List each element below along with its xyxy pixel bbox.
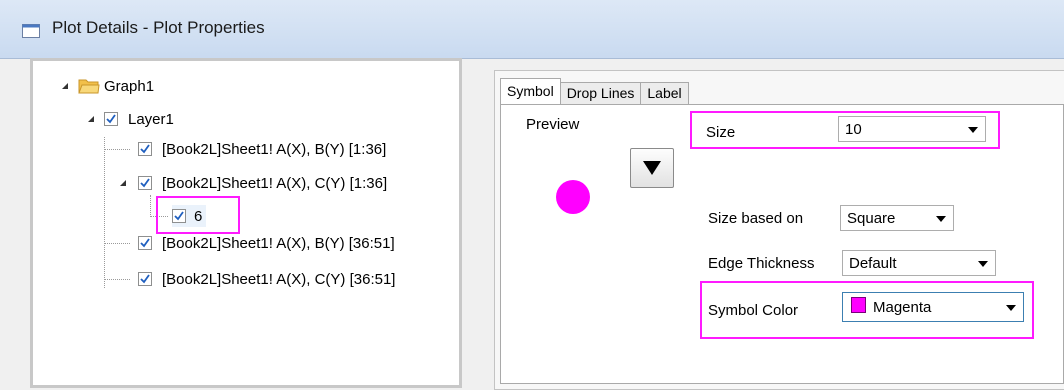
tab-label[interactable]: Label <box>640 82 689 104</box>
symbol-gallery-button[interactable] <box>630 148 674 188</box>
tree-item-plot[interactable]: [Book2L]Sheet1! A(X), C(Y) [1:36] <box>116 172 387 194</box>
highlight-box-size <box>690 111 1000 149</box>
chevron-down-icon <box>936 216 946 222</box>
tree-connector <box>104 279 130 280</box>
highlight-box-subitem <box>156 196 240 234</box>
graph-label: Graph1 <box>104 77 155 95</box>
edge-thickness-value: Default <box>849 255 897 272</box>
preview-label: Preview <box>526 116 580 133</box>
plot-label: [Book2L]Sheet1! A(X), B(Y) [36:51] <box>162 234 395 252</box>
check-icon <box>140 274 150 284</box>
tree-item-plot[interactable]: [Book2L]Sheet1! A(X), B(Y) [1:36] <box>138 138 386 160</box>
edge-thickness-combo[interactable]: Default <box>842 250 996 276</box>
size-based-on-label: Size based on <box>708 210 804 227</box>
size-based-on-combo[interactable]: Square <box>840 205 954 231</box>
tree-connector <box>104 149 130 150</box>
tree-item-layer1[interactable]: Layer1 <box>84 108 174 130</box>
chevron-down-icon <box>978 261 988 267</box>
symbol-preview-dot <box>556 180 590 214</box>
checkbox-layer1[interactable] <box>104 112 118 126</box>
highlight-box-symbol-color <box>700 281 1034 339</box>
check-icon <box>140 238 150 248</box>
tree-item-plot[interactable]: [Book2L]Sheet1! A(X), B(Y) [36:51] <box>138 232 395 254</box>
tab-drop-lines[interactable]: Drop Lines <box>559 82 642 104</box>
tree-expand-icon[interactable] <box>116 176 130 190</box>
plot-label: [Book2L]Sheet1! A(X), C(Y) [1:36] <box>162 174 388 192</box>
folder-icon <box>78 79 100 94</box>
window-icon <box>22 24 40 38</box>
tree-connector <box>104 243 130 244</box>
tab-strip: Symbol Drop Lines Label <box>500 78 689 104</box>
plot-label: [Book2L]Sheet1! A(X), B(Y) [1:36] <box>162 140 387 158</box>
title-bar: Plot Details - Plot Properties <box>0 0 1064 59</box>
tree-expand-icon[interactable] <box>84 112 98 126</box>
check-icon <box>106 114 116 124</box>
size-based-on-value: Square <box>847 210 896 227</box>
plot-checkbox[interactable] <box>138 272 152 286</box>
tree-connector <box>104 137 105 288</box>
plot-checkbox[interactable] <box>138 236 152 250</box>
tree-connector <box>150 195 151 217</box>
layer-label: Layer1 <box>128 110 174 128</box>
window-title: Plot Details - Plot Properties <box>52 18 265 37</box>
tree-item-graph1[interactable]: Graph1 <box>58 75 154 97</box>
plot-label: [Book2L]Sheet1! A(X), C(Y) [36:51] <box>162 270 396 288</box>
tab-symbol[interactable]: Symbol <box>500 78 561 104</box>
plot-checkbox[interactable] <box>138 142 152 156</box>
check-icon <box>140 144 150 154</box>
tree-expand-icon[interactable] <box>58 79 72 93</box>
plot-checkbox[interactable] <box>138 176 152 190</box>
check-icon <box>140 178 150 188</box>
tree-item-plot[interactable]: [Book2L]Sheet1! A(X), C(Y) [36:51] <box>138 268 395 290</box>
edge-thickness-label: Edge Thickness <box>708 255 815 272</box>
dropdown-arrow-icon <box>643 161 661 175</box>
